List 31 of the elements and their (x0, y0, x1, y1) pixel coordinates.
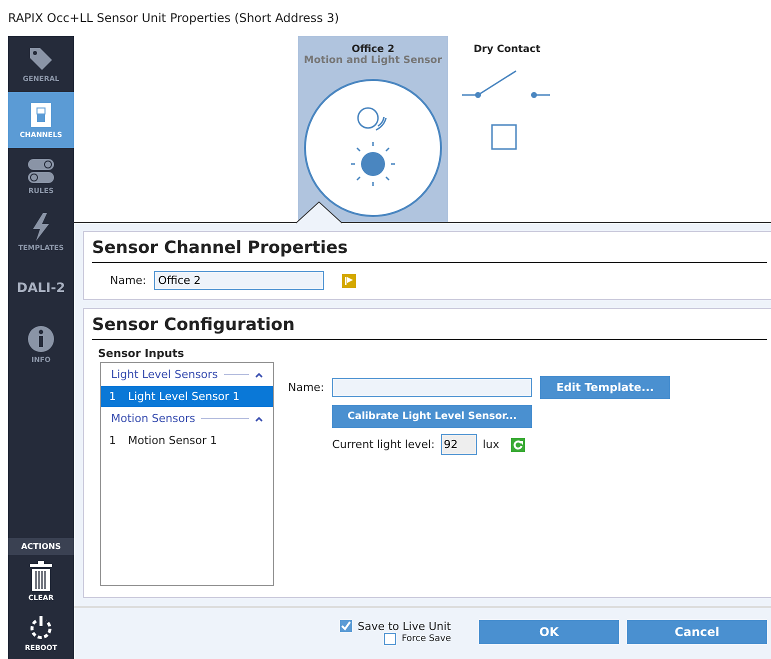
item-label: Light Level Sensor 1 (128, 390, 240, 403)
name-label: Name: (288, 381, 324, 394)
channel-title: Office 2 (352, 44, 394, 55)
light-level-field[interactable]: 92 (440, 434, 477, 455)
name-field[interactable]: Office 2 (154, 271, 324, 290)
item-number: 1 (109, 434, 116, 447)
name-label: Name: (110, 274, 146, 287)
checkbox-label: Save to Live Unit (358, 620, 451, 632)
dialog-button[interactable]: OK (479, 620, 619, 644)
light-level-label: Current light level: (332, 438, 435, 451)
channel-card[interactable]: Dry Contact (452, 36, 562, 222)
sensor-item[interactable]: 1 Light Level Sensor 1 (101, 386, 273, 407)
dialog-button[interactable]: Cancel (627, 620, 767, 644)
window-title: RAPIX Occ+LL Sensor Unit Properties (Short Address 3) (8, 11, 340, 25)
calibrate-button[interactable]: Calibrate Light Level Sensor... (332, 405, 532, 428)
panel-title: Sensor Channel Properties (92, 238, 767, 263)
channel-card[interactable]: Office 2 Motion and Light Sensor (298, 36, 448, 222)
item-number: 1 (109, 390, 116, 403)
unit-label: lux (482, 438, 500, 451)
actions-header: ACTIONS (8, 538, 74, 555)
panel-title: Sensor Configuration (92, 315, 767, 340)
group-header: Light Level Sensors (111, 368, 218, 381)
group-header: Motion Sensors (111, 412, 196, 425)
sidebar-item[interactable]: DALI-2 (8, 260, 74, 316)
channel-subtitle: Motion and Light Sensor (304, 55, 442, 66)
edit-template-button[interactable]: Edit Template... (540, 376, 670, 399)
channel-title: Dry Contact (474, 44, 540, 55)
sensor-item[interactable]: 1 Motion Sensor 1 (101, 430, 273, 451)
section-label: Sensor Inputs (97, 346, 186, 362)
checkbox-label: Force Save (402, 634, 451, 644)
item-label: Motion Sensor 1 (128, 434, 217, 447)
